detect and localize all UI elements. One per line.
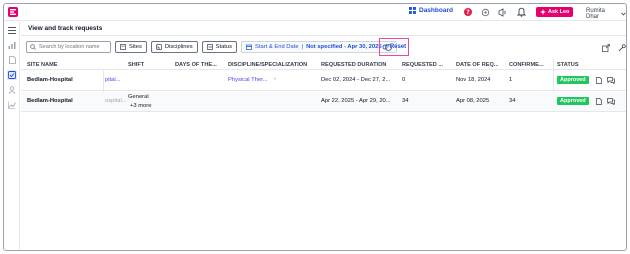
dashboard-link[interactable]: Dashboard (409, 7, 453, 14)
menu-icon[interactable] (7, 25, 17, 35)
cell-site-name: Bedlam-Hospital (27, 98, 73, 104)
col-discipline[interactable]: DISCIPLINE/SPECIALIZATION (228, 62, 307, 68)
ask-leo-button[interactable]: Ask Leo (536, 7, 574, 17)
disciplines-filter-button[interactable]: Disciplines (150, 41, 198, 53)
app-window: Dashboard ? Ask Leo Rumita Dhar View and… (3, 3, 627, 251)
reset-label: Reset (389, 44, 407, 50)
col-site-name[interactable]: SITE NAME (27, 62, 57, 68)
status-badge: Approved (557, 76, 589, 84)
cell-date-of-request: Nov 18, 2024 (456, 77, 491, 83)
ask-leo-label: Ask Leo (548, 9, 570, 15)
header-divider (21, 35, 626, 36)
settings-icon[interactable] (480, 7, 490, 17)
sidebar (4, 22, 20, 250)
analytics-icon[interactable] (7, 40, 17, 50)
col-confirmed[interactable]: CONFIRME... (509, 62, 544, 68)
people-icon[interactable] (7, 85, 17, 95)
building-icon (120, 44, 126, 50)
disciplines-label: Disciplines (164, 44, 193, 50)
status-icon (206, 44, 213, 50)
chevron-down-icon (621, 12, 626, 16)
calendar-icon (246, 44, 252, 50)
chevron-right-icon[interactable]: › (274, 76, 276, 82)
table-row[interactable]: Bedlam-Hospital pital... Physical Ther..… (21, 71, 626, 91)
trend-icon[interactable] (7, 100, 17, 110)
sites-filter-button[interactable]: Sites (115, 41, 147, 53)
search-input[interactable] (39, 44, 109, 50)
col-status[interactable]: STATUS (557, 62, 579, 68)
top-bar: Dashboard ? Ask Leo Rumita Dhar (4, 4, 626, 21)
svg-text:?: ? (466, 9, 470, 16)
date-value: Not specified - Apr 30, 2025 (306, 44, 382, 50)
dashboard-label: Dashboard (419, 7, 453, 14)
status-badge: Approved (557, 97, 589, 105)
document-icon[interactable] (595, 97, 603, 105)
col-days[interactable]: DAYS OF THE... (175, 62, 217, 68)
document-icon[interactable] (595, 76, 603, 84)
reset-button[interactable]: Reset (379, 38, 409, 56)
help-icon[interactable]: ? (463, 7, 473, 17)
table-header: SITE NAME SHIFT DAYS OF THE... DISCIPLIN… (21, 59, 626, 70)
cell-requested-count: 34 (402, 98, 409, 104)
date-label: Start & End Date (255, 44, 299, 50)
cell-requested-count: 0 (402, 77, 406, 83)
refresh-icon (382, 44, 388, 50)
stethoscope-icon (156, 44, 162, 50)
cell-site-fragment: pital... (105, 77, 121, 83)
cell-requested-duration: Apr 22, 2025 - Apr 29, 20... (321, 98, 391, 104)
megaphone-icon[interactable] (498, 7, 508, 17)
date-range-filter[interactable]: Start & End Date | Not specified - Apr 3… (241, 41, 397, 53)
col-requested-count[interactable]: REQUESTED ... (402, 62, 443, 68)
col-date-of-request[interactable]: DATE OF REQ... (456, 62, 498, 68)
bell-icon[interactable] (516, 7, 526, 17)
app-logo-icon[interactable] (7, 6, 19, 18)
search-box[interactable] (26, 41, 111, 53)
cell-requested-duration: Dec 02, 2024 - Dec 27, 2... (321, 77, 391, 83)
sites-label: Sites (129, 44, 142, 50)
cell-shift: General (128, 94, 149, 100)
cell-site-name: Bedlam-Hospital (27, 77, 73, 83)
grid-icon (409, 7, 416, 14)
comments-icon[interactable] (607, 76, 615, 84)
comments-icon[interactable] (607, 97, 615, 105)
filter-bar: Sites Disciplines Status Start & End Dat… (26, 41, 397, 53)
status-filter-button[interactable]: Status (201, 41, 238, 53)
col-shift[interactable]: SHIFT (128, 62, 144, 68)
cell-confirmed: 1 (509, 77, 513, 83)
sparkle-icon (540, 9, 546, 15)
cell-confirmed: 34 (509, 98, 516, 104)
cell-site-fragment: ospital... (105, 98, 127, 104)
main-content: View and track requests Sites Discipline… (21, 22, 626, 250)
status-label: Status (215, 44, 233, 50)
date-separator: | (301, 44, 304, 50)
cell-shift-more[interactable]: +3 more (130, 103, 151, 109)
requests-icon[interactable] (7, 70, 17, 80)
export-icon[interactable] (601, 43, 610, 52)
document-icon[interactable] (7, 55, 17, 65)
col-requested-duration[interactable]: REQUESTED DURATION (321, 62, 386, 68)
user-menu[interactable]: Rumita Dhar (586, 8, 626, 20)
cell-date-of-request: Apr 08, 2025 (456, 98, 490, 104)
page-title: View and track requests (28, 25, 103, 32)
cell-discipline: Physical Ther... (228, 77, 268, 83)
user-name: Rumita Dhar (586, 8, 606, 20)
table-row[interactable]: Bedlam-Hospital ospital... General +3 mo… (21, 92, 626, 112)
column-settings-icon[interactable] (617, 43, 626, 52)
search-icon (30, 44, 36, 50)
